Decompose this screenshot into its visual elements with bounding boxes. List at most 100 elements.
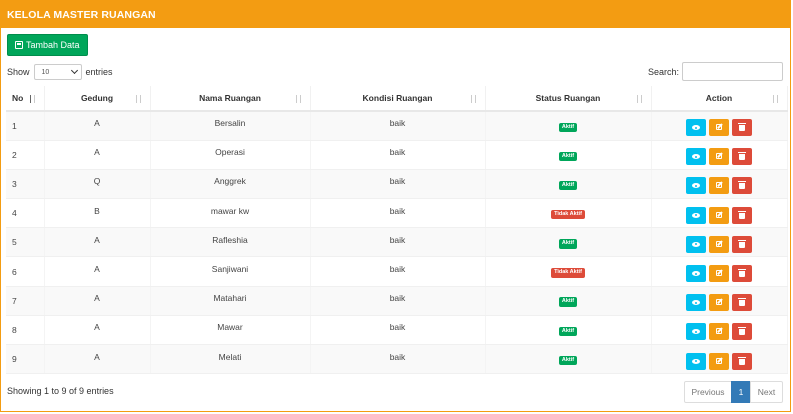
cell-kondisi-ruangan: baik xyxy=(310,315,486,346)
edit-button[interactable] xyxy=(709,177,729,195)
delete-button[interactable] xyxy=(732,177,752,195)
view-button[interactable] xyxy=(686,323,706,341)
delete-button[interactable] xyxy=(732,206,752,224)
view-button[interactable] xyxy=(686,265,706,283)
cell-kondisi-ruangan: baik xyxy=(310,198,486,229)
edit-icon xyxy=(716,270,722,277)
next-page-button[interactable]: Next xyxy=(750,381,783,403)
delete-button[interactable] xyxy=(732,352,752,370)
delete-button[interactable] xyxy=(732,119,752,137)
view-button[interactable] xyxy=(686,148,706,166)
sort-icon xyxy=(772,94,780,104)
edit-button[interactable] xyxy=(709,352,729,370)
edit-button[interactable] xyxy=(709,148,729,166)
cell-status-ruangan: Aktif xyxy=(485,315,652,346)
edit-icon xyxy=(716,124,722,131)
action-buttons xyxy=(652,203,787,224)
trash-icon xyxy=(738,356,746,365)
cell-gedung: A xyxy=(44,256,151,287)
edit-button[interactable] xyxy=(709,265,729,283)
master-ruangan-panel: KELOLA MASTER RUANGAN Tambah Data Show 1… xyxy=(0,0,791,412)
cell-action xyxy=(651,111,788,141)
edit-icon xyxy=(716,357,722,364)
cell-gedung: A xyxy=(44,315,151,346)
trash-icon xyxy=(738,123,746,132)
eye-icon xyxy=(692,154,700,160)
length-control: Show 10 entries xyxy=(7,64,113,80)
entries-select[interactable]: 10 xyxy=(33,64,82,80)
cell-no: 7 xyxy=(6,286,45,316)
view-button[interactable] xyxy=(686,206,706,224)
action-buttons xyxy=(652,290,787,312)
view-button[interactable] xyxy=(686,177,706,195)
save-icon xyxy=(15,41,23,49)
view-button[interactable] xyxy=(686,294,706,312)
edit-button[interactable] xyxy=(709,119,729,137)
cell-action xyxy=(651,198,788,229)
table-row: 4 Bmawar kw baik Tidak Aktif xyxy=(6,198,788,229)
edit-button[interactable] xyxy=(709,206,729,224)
view-button[interactable] xyxy=(686,119,706,137)
search-input[interactable] xyxy=(682,62,783,81)
cell-nama-ruangan: Bersalin xyxy=(150,111,311,141)
col-header-action[interactable]: Action xyxy=(651,86,788,112)
table-row: 8 A Mawar baik Aktif xyxy=(6,315,788,346)
cell-nama-ruangan: Operasi xyxy=(150,140,311,170)
edit-icon xyxy=(716,328,722,335)
cell-kondisi-ruangan: baik xyxy=(310,169,486,200)
eye-icon xyxy=(692,183,700,189)
search-control: Search: xyxy=(648,62,783,81)
trash-icon xyxy=(738,269,746,278)
cell-action xyxy=(651,169,788,200)
delete-button[interactable] xyxy=(732,235,752,253)
action-buttons xyxy=(652,261,787,283)
delete-button[interactable] xyxy=(732,294,752,312)
col-header-gedung[interactable]: Gedung xyxy=(44,86,151,112)
status-badge: Aktif xyxy=(558,355,578,366)
cell-nama-ruangan: Sanjiwani xyxy=(150,256,311,287)
previous-page-button[interactable]: Previous xyxy=(684,381,732,403)
col-header-no[interactable]: No xyxy=(6,86,45,112)
table-row: 5 A Rafleshia baik Aktif xyxy=(6,227,788,258)
delete-button[interactable] xyxy=(732,265,752,283)
sort-icon xyxy=(470,94,478,104)
table-row: 7 A Matahari baik Aktif xyxy=(6,286,788,316)
cell-no: 5 xyxy=(6,227,45,258)
ruangan-table: No Gedung Nama Ruangan Kondisi Ruangan S… xyxy=(6,86,788,375)
add-data-label: Tambah Data xyxy=(26,40,80,50)
add-data-button[interactable]: Tambah Data xyxy=(7,34,88,56)
view-button[interactable] xyxy=(686,235,706,253)
cell-kondisi-ruangan: baik xyxy=(310,140,486,170)
delete-button[interactable] xyxy=(732,148,752,166)
status-badge: Tidak Aktif xyxy=(551,209,585,220)
trash-icon xyxy=(738,327,746,336)
cell-no: 6 xyxy=(6,256,45,287)
entries-label: entries xyxy=(85,67,113,77)
eye-icon xyxy=(692,125,700,131)
cell-status-ruangan: Tidak Aktif xyxy=(485,198,652,229)
table-row: 1 A Bersalin baik Aktif xyxy=(6,111,788,141)
eye-icon xyxy=(692,212,700,218)
edit-button[interactable] xyxy=(709,294,729,312)
edit-button[interactable] xyxy=(709,323,729,341)
col-header-nama-ruangan[interactable]: Nama Ruangan xyxy=(150,86,311,112)
cell-status-ruangan: Aktif xyxy=(485,286,652,316)
page-1-button[interactable]: 1 xyxy=(731,381,751,403)
edit-button[interactable] xyxy=(709,235,729,253)
delete-button[interactable] xyxy=(732,323,752,341)
status-badge: Aktif xyxy=(558,151,578,162)
view-button[interactable] xyxy=(686,352,706,370)
entries-select-value: 10 xyxy=(41,68,50,76)
cell-no: 8 xyxy=(6,315,45,346)
col-header-kondisi-ruangan[interactable]: Kondisi Ruangan xyxy=(310,86,486,112)
cell-status-ruangan: Aktif xyxy=(485,140,652,170)
status-badge: Tidak Aktif xyxy=(551,268,585,278)
col-header-status-ruangan[interactable]: Status Ruangan xyxy=(485,86,652,112)
table-info: Showing 1 to 9 of 9 entries xyxy=(7,386,114,396)
status-badge: Aktif xyxy=(558,180,578,191)
table-row: 6 A Sanjiwani baik Tidak Aktif xyxy=(6,256,788,287)
eye-icon xyxy=(692,358,700,364)
trash-icon xyxy=(738,152,746,161)
eye-icon xyxy=(692,329,700,335)
search-label: Search: xyxy=(647,66,679,77)
